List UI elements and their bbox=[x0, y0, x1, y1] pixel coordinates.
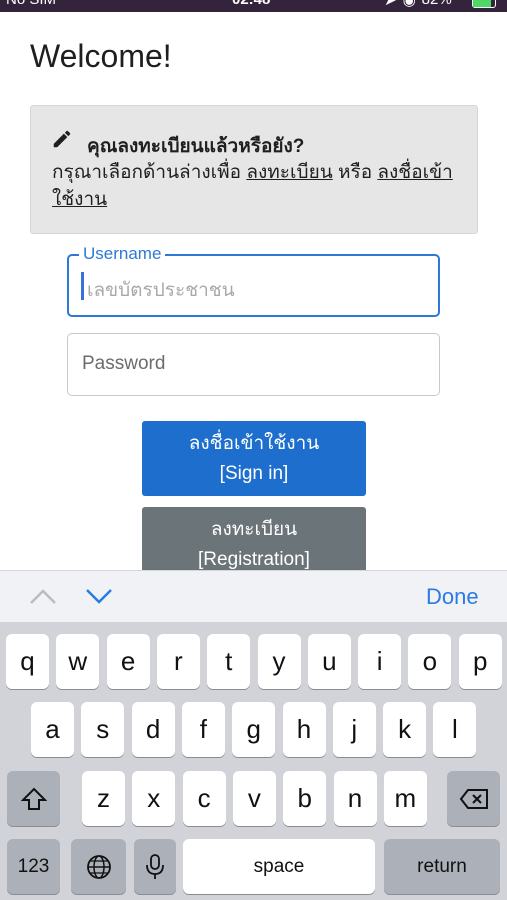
signin-button[interactable]: ลงชื่อเข้าใช้งาน [Sign in] bbox=[142, 421, 366, 496]
status-right-group: ➤ ◉ 82% bbox=[384, 0, 452, 9]
numbers-key[interactable]: 123 bbox=[7, 839, 60, 894]
password-input[interactable]: Password bbox=[67, 333, 440, 396]
username-placeholder: เลขบัตรประชาชน bbox=[87, 280, 235, 301]
text-cursor bbox=[81, 272, 84, 300]
shift-key[interactable] bbox=[7, 771, 60, 826]
return-key[interactable]: return bbox=[384, 839, 500, 894]
key-p[interactable]: p bbox=[458, 634, 502, 689]
chevron-down-icon[interactable] bbox=[84, 585, 114, 607]
alarm-icon: ◉ bbox=[402, 0, 416, 9]
signin-button-english: [Sign in] bbox=[219, 463, 289, 484]
keyboard-accessory-bar: Done bbox=[0, 570, 507, 622]
done-button[interactable]: Done bbox=[426, 584, 479, 610]
battery-percent: 82% bbox=[422, 0, 452, 9]
key-y[interactable]: y bbox=[257, 634, 301, 689]
key-v[interactable]: v bbox=[232, 771, 276, 826]
key-l[interactable]: l bbox=[433, 702, 477, 757]
password-placeholder: Password bbox=[82, 353, 166, 374]
registration-notice: คุณลงทะเบียนแล้วหรือยัง? กรุณาเลือกด้านล… bbox=[30, 105, 478, 234]
status-time: 02:48 bbox=[232, 0, 270, 8]
key-h[interactable]: h bbox=[282, 702, 326, 757]
register-link[interactable]: ลงทะเบียน bbox=[246, 162, 332, 183]
key-a[interactable]: a bbox=[31, 702, 74, 757]
globe-icon bbox=[86, 854, 111, 879]
key-g[interactable]: g bbox=[232, 702, 276, 757]
backspace-key[interactable] bbox=[447, 771, 500, 826]
chevron-up-icon[interactable] bbox=[28, 585, 58, 607]
signin-button-thai: ลงชื่อเข้าใช้งาน bbox=[188, 433, 320, 454]
username-input[interactable]: Username เลขบัตรประชาชน bbox=[67, 244, 440, 317]
key-x[interactable]: x bbox=[132, 771, 176, 826]
key-f[interactable]: f bbox=[181, 702, 225, 757]
notice-or-word: หรือ bbox=[337, 162, 373, 183]
key-n[interactable]: n bbox=[333, 771, 377, 826]
key-b[interactable]: b bbox=[283, 771, 327, 826]
backspace-icon bbox=[459, 788, 488, 809]
login-screen: No SIM 02:48 ➤ ◉ 82% Welcome! คุณลงทะเบี… bbox=[0, 0, 507, 900]
shift-icon bbox=[20, 787, 47, 810]
key-q[interactable]: q bbox=[6, 634, 49, 689]
notice-heading: คุณลงทะเบียนแล้วหรือยัง? bbox=[87, 136, 305, 157]
notice-body-prefix: กรุณาเลือกด้านล่างเพื่อ bbox=[52, 162, 242, 183]
username-label: Username bbox=[79, 244, 166, 264]
register-button-thai: ลงทะเบียน bbox=[210, 519, 298, 540]
battery-icon bbox=[472, 0, 496, 8]
key-j[interactable]: j bbox=[332, 702, 376, 757]
globe-key[interactable] bbox=[71, 839, 126, 894]
page-title: Welcome! bbox=[30, 38, 172, 74]
keyboard: qwertyuiop asdfghjkl zxcvbnm 123 space r… bbox=[0, 622, 507, 900]
notice-body: กรุณาเลือกด้านล่างเพื่อ ลงทะเบียน หรือ ล… bbox=[52, 159, 462, 213]
key-u[interactable]: u bbox=[307, 634, 351, 689]
key-s[interactable]: s bbox=[81, 702, 125, 757]
key-m[interactable]: m bbox=[383, 771, 427, 826]
key-e[interactable]: e bbox=[106, 634, 150, 689]
key-d[interactable]: d bbox=[131, 702, 175, 757]
space-key[interactable]: space bbox=[183, 839, 375, 894]
status-bar: No SIM 02:48 ➤ ◉ 82% bbox=[0, 0, 507, 12]
key-r[interactable]: r bbox=[156, 634, 200, 689]
key-i[interactable]: i bbox=[358, 634, 402, 689]
register-button[interactable]: ลงทะเบียน [Registration] bbox=[142, 507, 366, 577]
microphone-icon bbox=[146, 853, 164, 879]
key-t[interactable]: t bbox=[207, 634, 251, 689]
key-z[interactable]: z bbox=[82, 771, 125, 826]
location-icon: ➤ bbox=[384, 0, 397, 9]
key-o[interactable]: o bbox=[408, 634, 452, 689]
dictation-key[interactable] bbox=[134, 839, 176, 894]
key-c[interactable]: c bbox=[182, 771, 226, 826]
pencil-icon bbox=[53, 130, 71, 148]
key-w[interactable]: w bbox=[56, 634, 100, 689]
battery-fill bbox=[473, 0, 492, 7]
key-k[interactable]: k bbox=[383, 702, 427, 757]
carrier-label: No SIM bbox=[6, 0, 56, 8]
